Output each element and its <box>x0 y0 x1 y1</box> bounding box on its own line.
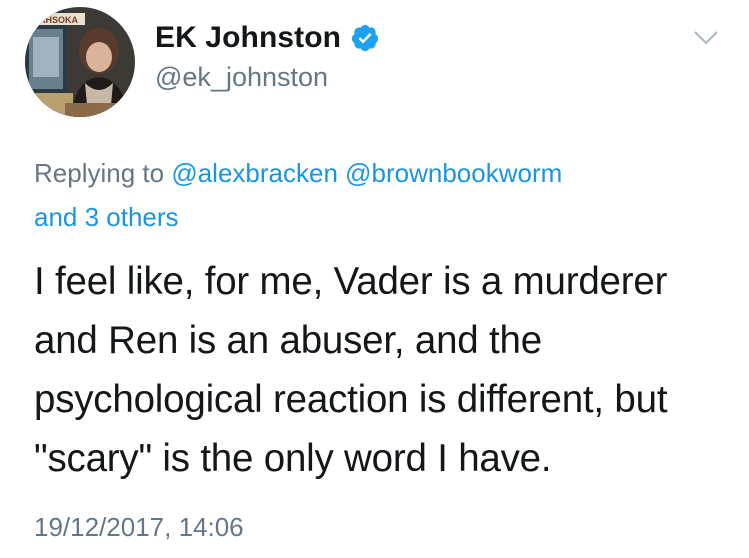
chevron-down-icon[interactable] <box>692 27 720 49</box>
avatar[interactable]: AHSOKA <box>25 7 135 117</box>
tweet-text: I feel like, for me, Vader is a murderer… <box>34 252 734 488</box>
timestamp[interactable]: 19/12/2017, 14:06 <box>34 512 244 543</box>
others-link[interactable]: and 3 others <box>34 202 179 232</box>
tweet-text-line: "scary" is the only word I have. <box>34 437 552 480</box>
tweet-card: AHSOKA EK Johnston @ek_johnston Replying… <box>0 0 749 558</box>
mention-link[interactable]: @alexbracken <box>171 158 338 188</box>
tweet-text-line: and Ren is an abuser, and the <box>34 319 542 362</box>
tweet-text-line: psychological reaction is different, but <box>34 378 668 421</box>
mention-link[interactable]: @brownbookworm <box>345 158 562 188</box>
name-row: EK Johnston <box>155 20 380 56</box>
replying-to-others-line: and 3 others <box>34 202 179 233</box>
verified-badge-icon <box>350 23 380 53</box>
avatar-image: AHSOKA <box>25 7 135 117</box>
replying-to-line: Replying to @alexbracken @brownbookworm <box>34 158 562 189</box>
avatar-book-label: AHSOKA <box>39 15 79 25</box>
tweet-text-line: I feel like, for me, Vader is a murderer <box>34 260 668 303</box>
replying-to-label: Replying to <box>34 158 165 188</box>
author-block: EK Johnston @ek_johnston <box>155 20 380 93</box>
author-handle[interactable]: @ek_johnston <box>155 62 380 93</box>
display-name[interactable]: EK Johnston <box>155 21 341 55</box>
